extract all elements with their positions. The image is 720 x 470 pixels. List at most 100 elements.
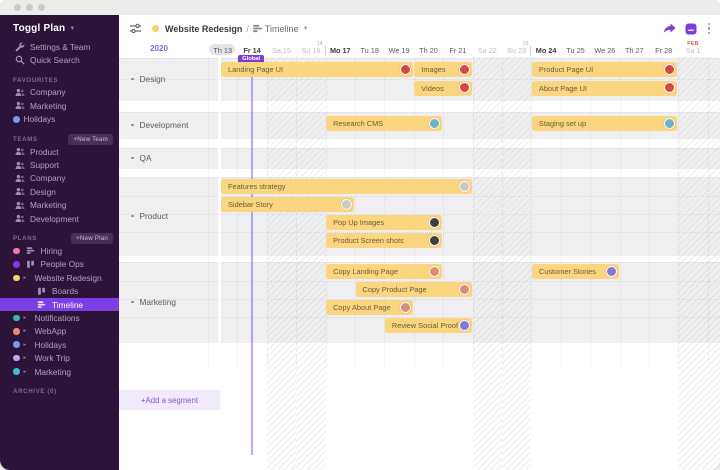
day-header-we-19[interactable]: We 19 bbox=[384, 45, 413, 56]
day-header-sa-15[interactable]: Sa 15 bbox=[267, 45, 296, 56]
app-badge-icon[interactable] bbox=[685, 23, 697, 35]
expand-caret-icon[interactable]: ▸ bbox=[24, 315, 33, 321]
day-header-th-13[interactable]: Th 13 bbox=[208, 45, 237, 56]
day-header-th-20[interactable]: Th 20 bbox=[414, 45, 443, 56]
section-title: PLANS bbox=[13, 235, 37, 243]
more-options-icon[interactable] bbox=[706, 21, 712, 36]
day-header-th-27[interactable]: Th 27 bbox=[620, 45, 649, 56]
day-header-sa-22[interactable]: Sa 22 bbox=[473, 45, 502, 56]
plan-color-dot bbox=[152, 25, 159, 32]
task-bar[interactable]: Copy Landing Page bbox=[326, 264, 443, 279]
task-bar[interactable]: Customer Stories bbox=[531, 264, 619, 279]
assignee-avatar bbox=[429, 234, 441, 246]
task-bar[interactable]: Copy Product Page bbox=[355, 282, 472, 297]
assignee-avatar bbox=[458, 283, 470, 295]
sidebar-item-product[interactable]: Product bbox=[0, 145, 119, 158]
sidebar-item-design[interactable]: Design bbox=[0, 185, 119, 198]
filter-icon[interactable] bbox=[129, 23, 142, 34]
day-header-mo-24[interactable]: Mo 24 bbox=[531, 45, 560, 56]
week-number-label: 15 bbox=[522, 41, 529, 47]
task-bar[interactable]: Videos bbox=[414, 80, 472, 96]
day-header-we-26[interactable]: We 26 bbox=[590, 45, 619, 56]
section-title: FAVOURITES bbox=[13, 76, 59, 84]
sidebar-item-webapp[interactable]: ▸ WebApp bbox=[0, 325, 119, 338]
day-column-separator bbox=[678, 57, 680, 368]
task-bar[interactable]: Product Screen shots bbox=[326, 233, 443, 248]
color-dot bbox=[13, 274, 20, 282]
task-bar[interactable]: Features strategy bbox=[221, 179, 472, 194]
sidebar-item-holidays[interactable]: ▸ Holidays bbox=[0, 338, 119, 351]
task-label: Images bbox=[421, 65, 446, 74]
task-bar[interactable]: Research CMS bbox=[326, 116, 443, 131]
task-bar[interactable]: Pop Up Images bbox=[326, 215, 443, 230]
sidebar-item-notifications[interactable]: ▸ Notifications bbox=[0, 311, 119, 324]
task-bar[interactable]: Staging set up bbox=[531, 116, 678, 131]
share-icon[interactable] bbox=[663, 23, 676, 34]
assignee-avatar bbox=[458, 63, 470, 75]
sidebar-item-company[interactable]: Company bbox=[0, 86, 119, 99]
segment-name: Design bbox=[139, 74, 166, 84]
expand-caret-icon[interactable]: ▸ bbox=[24, 355, 33, 361]
task-bar[interactable]: Sidebar Story bbox=[221, 197, 354, 212]
sidebar-item-marketing[interactable]: Marketing bbox=[0, 99, 119, 112]
day-header-fr-28[interactable]: Fr 28 bbox=[649, 45, 678, 56]
day-header-fr-14[interactable]: Fr 14 bbox=[237, 45, 266, 56]
sidebar-item-boards[interactable]: Boards bbox=[0, 284, 119, 297]
plan-title[interactable]: Website Redesign bbox=[165, 24, 242, 34]
assignee-avatar bbox=[458, 82, 470, 93]
task-bar[interactable]: Copy About Page bbox=[326, 300, 413, 315]
color-dot bbox=[13, 328, 20, 335]
day-header-mo-17[interactable]: Mo 17 bbox=[326, 45, 355, 56]
new-plan-button[interactable]: +New Plan bbox=[71, 233, 113, 245]
day-column-separator bbox=[237, 57, 239, 368]
expand-caret-icon[interactable]: ▸ bbox=[24, 342, 33, 348]
task-bar[interactable]: Product Page UI bbox=[531, 62, 678, 77]
sidebar-item-work-trip[interactable]: ▸ Work Trip bbox=[0, 351, 119, 364]
add-segment-button[interactable]: +Add a segment bbox=[119, 390, 220, 410]
task-bar[interactable]: About Page UI bbox=[531, 80, 678, 96]
view-dropdown-icon[interactable]: ▼ bbox=[303, 26, 309, 32]
sidebar-item-people-ops[interactable]: People Ops bbox=[0, 258, 119, 271]
expand-caret-icon[interactable]: ▸ bbox=[24, 328, 33, 334]
sidebar-item-label: Website Redesign bbox=[34, 272, 102, 283]
day-header-tu-18[interactable]: Tu 18 bbox=[355, 45, 384, 56]
sidebar-item-marketing[interactable]: ▸ Marketing bbox=[0, 365, 119, 378]
window-minimize-button[interactable] bbox=[26, 4, 33, 11]
expand-caret-icon[interactable]: ▸ bbox=[24, 275, 33, 281]
sidebar-item-quick-search[interactable]: Quick Search bbox=[0, 53, 119, 66]
view-title[interactable]: Timeline bbox=[265, 24, 299, 34]
date-header: 2020 Th 13 Fr 14 Sa 15 Su 16 Mo 17 Tu 18 We 19… bbox=[119, 41, 720, 57]
segment-name: Product bbox=[139, 211, 169, 221]
section-title: ARCHIVE (0) bbox=[13, 388, 57, 396]
section-title: TEAMS bbox=[13, 135, 38, 143]
assignee-avatar bbox=[605, 265, 617, 277]
task-bar[interactable]: Review Social Proof bbox=[384, 318, 472, 333]
sidebar-item-development[interactable]: Development bbox=[0, 212, 119, 225]
day-label: We 19 bbox=[388, 45, 410, 55]
sidebar-item-company[interactable]: Company bbox=[0, 172, 119, 185]
task-label: Videos bbox=[421, 83, 444, 93]
task-label: Features strategy bbox=[228, 182, 286, 191]
sidebar-item-label: Design bbox=[30, 186, 56, 197]
sidebar-item-holidays[interactable]: Holidays bbox=[0, 113, 119, 126]
new-team-button[interactable]: +New Team bbox=[68, 133, 113, 145]
day-header-tu-25[interactable]: Tu 25 bbox=[561, 45, 590, 56]
day-header-fr-21[interactable]: Fr 21 bbox=[443, 45, 472, 56]
task-bar[interactable]: Images bbox=[414, 62, 472, 77]
day-column-separator bbox=[531, 57, 533, 368]
app-brand[interactable]: Toggl Plan ▼ bbox=[0, 15, 119, 40]
sidebar-item-settings-team[interactable]: Settings & Team bbox=[0, 40, 119, 53]
expand-caret-icon[interactable]: ▸ bbox=[24, 369, 33, 375]
window-close-button[interactable] bbox=[14, 4, 21, 11]
task-bar[interactable]: Landing Page UI bbox=[221, 62, 413, 77]
sidebar-section-archive-0-: ARCHIVE (0) bbox=[0, 386, 119, 397]
day-column-separator bbox=[707, 57, 709, 368]
day-header-sa-1[interactable]: Sa 1 FEB bbox=[678, 41, 707, 56]
window-zoom-button[interactable] bbox=[38, 4, 45, 11]
sidebar-item-marketing[interactable]: Marketing bbox=[0, 199, 119, 212]
sidebar-item-website-redesign[interactable]: ▸ Website Redesign bbox=[0, 271, 119, 284]
sidebar-item-timeline[interactable]: Timeline bbox=[0, 297, 119, 312]
sidebar-item-support[interactable]: Support bbox=[0, 158, 119, 171]
day-label: Tu 18 bbox=[360, 45, 379, 55]
sidebar-item-hiring[interactable]: Hiring bbox=[0, 244, 119, 257]
